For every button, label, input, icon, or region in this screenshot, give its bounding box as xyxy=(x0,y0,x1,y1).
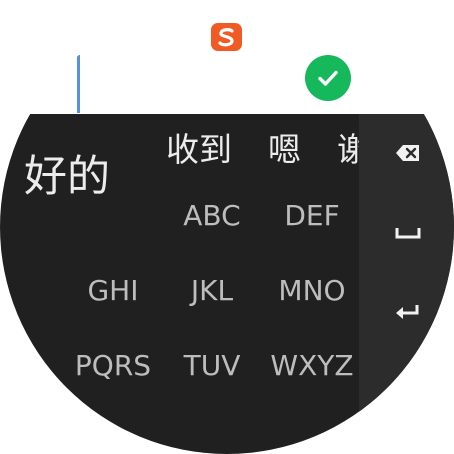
candidate-item[interactable]: 嗯 xyxy=(268,130,301,170)
confirm-button[interactable] xyxy=(305,55,351,101)
key-wxyz[interactable]: WXYZ xyxy=(262,346,362,386)
watch-screen: 好的 收到嗯谢 ABC DEF GHI JKL MNO PQRS TUV WXY… xyxy=(0,0,454,454)
key-ghi[interactable]: GHI xyxy=(63,271,163,311)
key-mno[interactable]: MNO xyxy=(262,271,362,311)
key-tuv[interactable]: TUV xyxy=(162,346,262,386)
space-icon xyxy=(395,228,421,239)
backspace-button[interactable] xyxy=(380,133,436,173)
text-input-area[interactable] xyxy=(0,0,454,114)
candidate-item[interactable]: 谢 xyxy=(337,130,359,170)
candidate-item[interactable]: 收到 xyxy=(166,130,232,170)
key-pqrs[interactable]: PQRS xyxy=(63,346,163,386)
round-display: 好的 收到嗯谢 ABC DEF GHI JKL MNO PQRS TUV WXY… xyxy=(0,0,454,454)
text-cursor xyxy=(77,55,80,113)
checkmark-icon xyxy=(318,70,338,86)
keyboard: 好的 收到嗯谢 ABC DEF GHI JKL MNO PQRS TUV WXY… xyxy=(0,114,454,454)
composing-text[interactable]: 好的 xyxy=(24,156,110,199)
key-jkl[interactable]: JKL xyxy=(162,271,262,311)
sogou-logo-icon xyxy=(211,23,242,51)
enter-icon xyxy=(396,305,419,319)
enter-button[interactable] xyxy=(380,292,436,332)
candidate-bar: 收到嗯谢 xyxy=(166,130,359,170)
key-abc[interactable]: ABC xyxy=(162,196,262,236)
key-def[interactable]: DEF xyxy=(262,196,362,236)
space-button[interactable] xyxy=(380,212,436,252)
backspace-icon xyxy=(396,145,419,161)
